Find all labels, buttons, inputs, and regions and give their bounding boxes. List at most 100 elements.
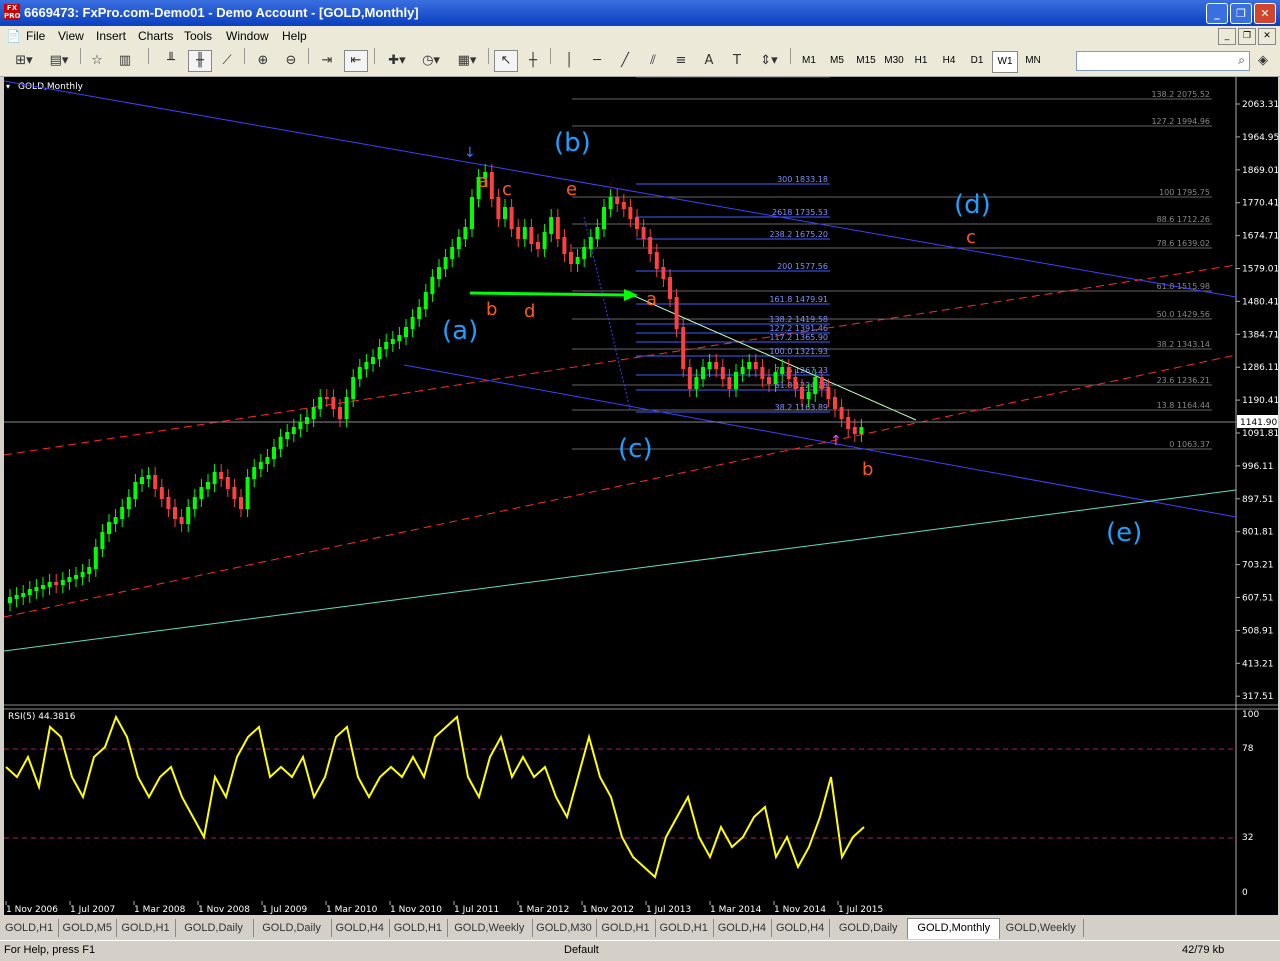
vertical-line-icon[interactable]: │: [558, 50, 580, 72]
candle-body: [113, 517, 118, 524]
chart-tab[interactable]: GOLD,H4: [331, 919, 390, 937]
mdi-minimize-icon[interactable]: _: [1218, 28, 1236, 45]
menu-insert[interactable]: Insert: [96, 29, 126, 43]
channel-upper-line[interactable]: [3, 80, 1237, 298]
minimize-icon[interactable]: _: [1206, 3, 1228, 24]
rsi-axis-label: 100: [1242, 710, 1259, 720]
search-input[interactable]: ⌕: [1076, 51, 1250, 71]
time-axis-label: 1 Nov 2008: [198, 905, 250, 915]
chart-tab[interactable]: GOLD,H4: [713, 919, 772, 937]
maximize-icon[interactable]: ❐: [1230, 3, 1252, 24]
chart-tab[interactable]: GOLD,M5: [58, 919, 118, 937]
indicators-icon[interactable]: ✚▾: [382, 50, 412, 72]
candlestick-icon[interactable]: ╫: [188, 50, 212, 72]
fib-ext-label: 161.8 1479.91: [769, 295, 828, 304]
new-chart-icon[interactable]: ⊞▾: [8, 50, 40, 72]
candle-body: [562, 237, 567, 254]
candle-body: [661, 267, 666, 279]
tf-d1[interactable]: D1: [964, 51, 990, 71]
candle-body: [522, 227, 527, 239]
chart-tab[interactable]: GOLD,Daily: [175, 919, 254, 937]
chart-tab[interactable]: GOLD,H4: [771, 919, 831, 937]
candle-body: [635, 217, 639, 229]
candle-body: [384, 342, 389, 349]
label-icon[interactable]: T: [726, 50, 748, 72]
candle-body: [701, 367, 705, 379]
tf-m1[interactable]: M1: [796, 51, 822, 71]
time-axis-label: 1 Mar 2010: [326, 905, 378, 915]
menu-window[interactable]: Window: [226, 29, 269, 43]
chart-tab[interactable]: GOLD,Monthly: [907, 918, 1001, 939]
red-dashed-lower[interactable]: [3, 354, 1237, 618]
fib-ext-label: 138.2 1419.58: [769, 315, 828, 324]
templates-icon[interactable]: ▦▾: [452, 50, 482, 72]
cursor-icon[interactable]: ↖: [494, 50, 518, 72]
price-chart[interactable]: GOLD,Monthly ▾ 2063.31 1964.95 1869.01 1770…: [3, 76, 1279, 915]
bar-chart-icon[interactable]: ╨: [160, 50, 182, 72]
price-axis-label: 2063.31: [1242, 100, 1278, 110]
candle-body: [542, 232, 547, 249]
tf-m5[interactable]: M5: [824, 51, 850, 71]
mdi-restore-icon[interactable]: ❐: [1238, 28, 1256, 45]
chart-tab[interactable]: GOLD,Weekly: [447, 919, 533, 937]
menu-bar: 📄 File View Insert Charts Tools Window H…: [0, 26, 1280, 46]
fib-ext-label: 117.2 1365.90: [769, 333, 828, 342]
menu-charts[interactable]: Charts: [138, 29, 173, 43]
candle-body: [470, 197, 474, 229]
time-axis-label: 1 Nov 2010: [390, 905, 442, 915]
horizontal-line-icon[interactable]: ─: [586, 50, 608, 72]
menu-file[interactable]: File: [26, 29, 45, 43]
candle-body: [364, 362, 369, 369]
tf-mn[interactable]: MN: [1020, 51, 1046, 71]
navigator-icon[interactable]: ▥: [114, 50, 136, 72]
autoscroll-icon[interactable]: ⇥: [316, 50, 338, 72]
chart-tab[interactable]: GOLD,H1: [596, 919, 656, 937]
tf-h1[interactable]: H1: [908, 51, 934, 71]
menu-view[interactable]: View: [58, 29, 84, 43]
candle-body: [199, 487, 204, 499]
symbol-dropdown-icon[interactable]: ▾: [6, 82, 10, 91]
price-axis-label: 508.91: [1242, 626, 1274, 636]
chart-shift-icon[interactable]: ⇤: [344, 50, 368, 72]
candle-body: [806, 392, 811, 399]
menu-help[interactable]: Help: [282, 29, 307, 43]
tf-m15[interactable]: M15: [852, 51, 880, 71]
chart-tab[interactable]: GOLD,H1: [116, 919, 176, 937]
line-chart-icon[interactable]: ⟋: [216, 50, 238, 72]
zoom-out-icon[interactable]: ⊖: [280, 50, 302, 72]
trendline-icon[interactable]: ╱: [614, 50, 636, 72]
chart-tab[interactable]: GOLD,H1: [0, 919, 60, 937]
mdi-close-icon[interactable]: ✕: [1258, 28, 1276, 45]
menu-tools[interactable]: Tools: [184, 29, 212, 43]
profiles-icon[interactable]: ▤▾: [44, 50, 74, 72]
chart-tab[interactable]: GOLD,Daily: [253, 919, 332, 937]
candle-body: [41, 585, 45, 589]
market-watch-icon[interactable]: ☆: [86, 50, 108, 72]
crosshair-icon[interactable]: ┼: [522, 50, 544, 72]
arrows-icon[interactable]: ⇕▾: [754, 50, 784, 72]
chart-tab[interactable]: GOLD,H1: [655, 919, 714, 937]
tf-w1[interactable]: W1: [992, 51, 1018, 73]
chart-tab[interactable]: GOLD,H1: [389, 919, 448, 937]
chart-tab[interactable]: GOLD,Weekly: [998, 919, 1084, 937]
periods-icon[interactable]: ◷▾: [416, 50, 446, 72]
fib-ext-label: 300 1833.18: [777, 175, 828, 184]
close-icon[interactable]: ✕: [1254, 3, 1276, 24]
candle-body: [555, 217, 560, 239]
tf-m30[interactable]: M30: [880, 51, 908, 71]
chart-tab[interactable]: GOLD,Daily: [829, 919, 909, 937]
text-icon[interactable]: A: [698, 50, 720, 72]
zoom-in-icon[interactable]: ⊕: [252, 50, 274, 72]
tf-h4[interactable]: H4: [936, 51, 962, 71]
community-icon[interactable]: ◈: [1252, 50, 1274, 72]
chart-tab[interactable]: GOLD,M30: [532, 919, 598, 937]
chart-window[interactable]: GOLD,Monthly ▾ 2063.31 1964.95 1869.01 1770…: [3, 76, 1279, 915]
fibonacci-icon[interactable]: ≡: [670, 50, 692, 72]
channel-icon[interactable]: ⫽: [642, 50, 664, 72]
candle-body: [351, 377, 356, 399]
candle-body: [602, 207, 606, 229]
fib-ext-label: 38.2 1163.89: [775, 403, 828, 412]
time-axis-label: 1 Jul 2015: [838, 905, 883, 915]
status-profile: Default: [564, 944, 599, 956]
candle-body: [529, 227, 534, 244]
